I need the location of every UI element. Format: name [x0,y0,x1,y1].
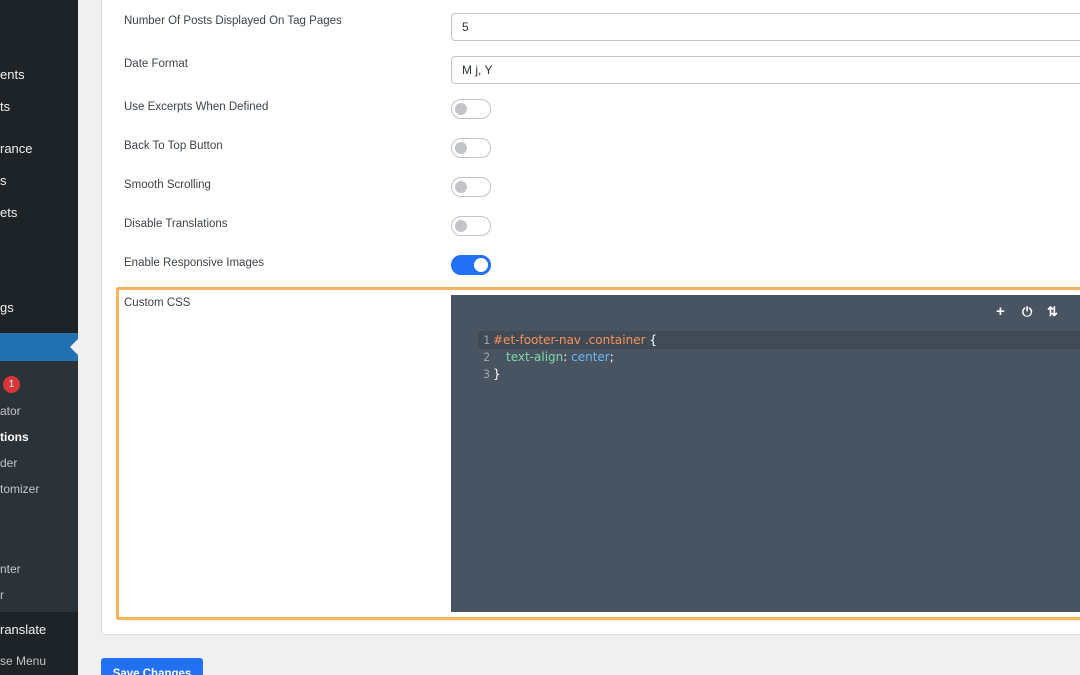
css-property: text-align [506,350,564,364]
sidebar-item-posts[interactable]: ts [0,99,10,114]
sidebar-subitem-customizer[interactable]: tomizer [0,482,39,496]
css-value: center [571,350,610,364]
sidebar-item-widgets[interactable]: ets [0,205,17,220]
date-format-label: Date Format [124,58,188,70]
css-semicolon: ; [609,350,614,364]
sidebar-item-comments[interactable]: ents [0,67,25,82]
code-line-2[interactable]: text-align: center; [506,350,614,364]
toggle-knob [455,181,467,193]
sidebar-subitem-builder[interactable]: der [0,456,17,470]
sidebar-item-active[interactable] [0,333,78,361]
smooth-scrolling-toggle[interactable] [451,177,491,197]
toggle-knob [455,220,467,232]
active-menu-arrow-icon [70,339,78,355]
css-colon: : [563,350,572,364]
sidebar-item-plugins[interactable]: s [0,173,7,188]
responsive-images-toggle[interactable] [451,255,491,275]
css-open-brace: { [645,333,657,347]
css-close-brace: } [493,367,501,381]
posts-on-tag-pages-label: Number Of Posts Displayed On Tag Pages [124,15,342,27]
sidebar-subitem-options[interactable]: tions [0,430,29,444]
line-number: 1 [483,333,490,347]
power-icon[interactable]: ⏻ [1022,304,1032,320]
admin-sidebar: ents ts rance s ets gs 1 ator tions der … [0,0,78,675]
date-format-input[interactable]: M j, Y [451,56,1080,84]
css-selector: #et-footer-nav .container [493,333,646,347]
sidebar-subitem-creator[interactable]: ator [0,404,21,418]
posts-on-tag-pages-input[interactable]: 5 [451,13,1080,41]
save-changes-button[interactable]: Save Changes [101,658,203,675]
back-to-top-toggle[interactable] [451,138,491,158]
toggle-knob [474,258,488,272]
sidebar-item-appearance[interactable]: rance [0,141,33,156]
code-line-3[interactable]: } [493,367,501,381]
sidebar-subitem-r[interactable]: r [0,588,4,602]
responsive-images-label: Enable Responsive Images [124,257,264,269]
disable-translations-toggle[interactable] [451,216,491,236]
toggle-knob [455,103,467,115]
sidebar-item-translate[interactable]: ranslate [0,622,46,637]
use-excerpts-label: Use Excerpts When Defined [124,101,269,113]
code-line-1[interactable]: #et-footer-nav .container { [493,333,657,347]
use-excerpts-toggle[interactable] [451,99,491,119]
disable-translations-label: Disable Translations [124,218,228,230]
sidebar-item-collapse-menu[interactable]: se Menu [0,654,46,668]
plus-icon[interactable]: + [996,303,1005,320]
sort-arrows-icon[interactable]: ⇅ [1047,304,1058,320]
line-number: 3 [483,367,490,381]
toggle-knob [455,142,467,154]
custom-css-label: Custom CSS [124,297,191,309]
sidebar-item-settings[interactable]: gs [0,300,14,315]
smooth-scrolling-label: Smooth Scrolling [124,179,211,191]
update-count-badge: 1 [3,376,20,393]
back-to-top-label: Back To Top Button [124,140,223,152]
sidebar-subitem-center[interactable]: nter [0,562,21,576]
line-number: 2 [483,350,490,364]
